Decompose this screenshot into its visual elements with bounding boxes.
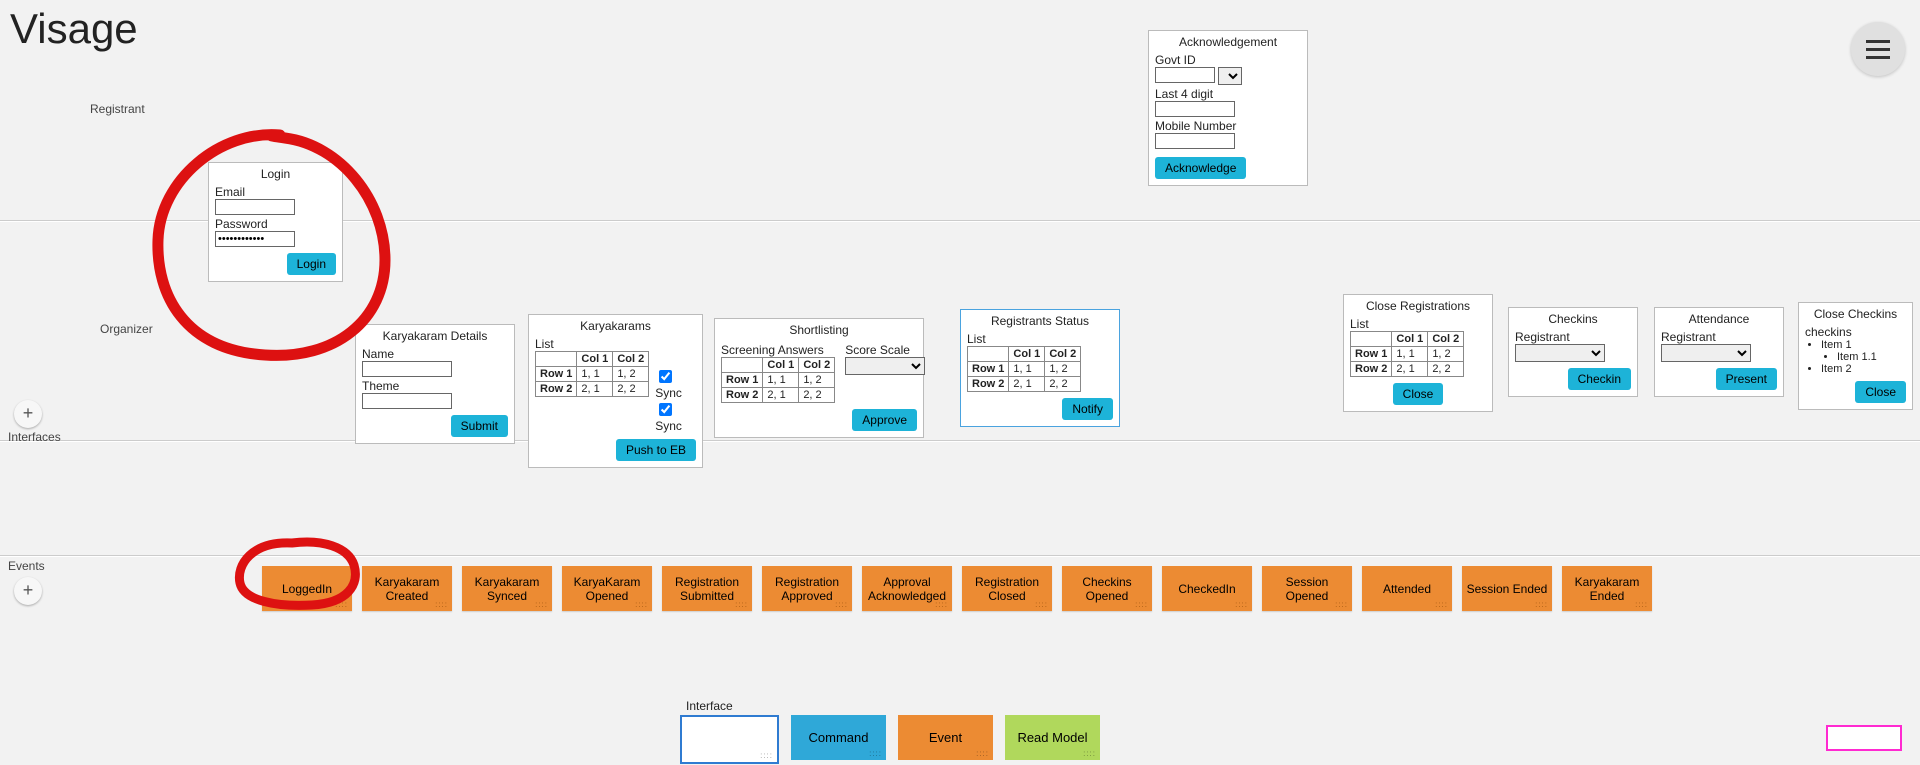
email-label: Email — [215, 185, 336, 199]
mobile-label: Mobile Number — [1155, 119, 1301, 133]
cc-tree: Item 1 Item 1.1 Item 2 — [1805, 339, 1906, 375]
legend-event[interactable]: Event:::: — [898, 715, 993, 760]
scorescale-select[interactable] — [845, 357, 925, 375]
login-card[interactable]: Login Email Password Login — [208, 162, 343, 282]
lane-divider — [0, 555, 1920, 557]
close-regs-card[interactable]: Close Registrations List Col 1Col 2 Row … — [1343, 294, 1493, 412]
mobile-input[interactable] — [1155, 133, 1235, 149]
kd-name-input[interactable] — [362, 361, 452, 377]
event-card[interactable]: Karyakaram Synced:::: — [462, 566, 552, 611]
menu-icon[interactable] — [1851, 22, 1905, 76]
rs-list-label: List — [967, 332, 1113, 346]
attendance-card[interactable]: Attendance Registrant Present — [1654, 307, 1784, 397]
checkin-button[interactable]: Checkin — [1568, 368, 1631, 390]
event-card[interactable]: Registration Submitted:::: — [662, 566, 752, 611]
sync-label: Sync — [655, 386, 682, 400]
att-title: Attendance — [1661, 312, 1777, 326]
sync-label: Sync — [655, 419, 682, 433]
kd-theme-label: Theme — [362, 379, 508, 393]
events-row: LoggedIn::::Karyakaram Created::::Karyak… — [262, 566, 1652, 611]
cr-list-label: List — [1350, 317, 1486, 331]
email-input[interactable] — [215, 199, 295, 215]
karyakarams-card[interactable]: Karyakarams List Col 1Col 2 Row 11, 11, … — [528, 314, 703, 468]
govt-id-select[interactable] — [1218, 67, 1242, 85]
govt-id-input[interactable] — [1155, 67, 1215, 83]
event-card[interactable]: Registration Approved:::: — [762, 566, 852, 611]
legend-readmodel[interactable]: Read Model:::: — [1005, 715, 1100, 760]
close-checkins-card[interactable]: Close Checkins checkins Item 1 Item 1.1 … — [1798, 302, 1913, 410]
event-card[interactable]: Approval Acknowledged:::: — [862, 566, 952, 611]
att-registrant-select[interactable] — [1661, 344, 1751, 362]
lane-label-interfaces: Interfaces — [8, 430, 61, 444]
close-regs-button[interactable]: Close — [1393, 383, 1444, 405]
zoom-widget[interactable] — [1826, 725, 1902, 751]
approve-button[interactable]: Approve — [852, 409, 917, 431]
kd-title: Karyakaram Details — [362, 329, 508, 343]
lane-divider — [0, 440, 1920, 442]
event-card[interactable]: Session Ended:::: — [1462, 566, 1552, 611]
cr-title: Close Registrations — [1350, 299, 1486, 313]
rs-title: Registrants Status — [967, 314, 1113, 328]
ks-table: Col 1Col 2 Row 11, 11, 2 Row 22, 12, 2 — [535, 351, 649, 397]
sl-title: Shortlisting — [721, 323, 917, 337]
cc-title: Close Checkins — [1805, 307, 1906, 321]
checkins-card[interactable]: Checkins Registrant Checkin — [1508, 307, 1638, 397]
password-label: Password — [215, 217, 336, 231]
lane-label-registrant: Registrant — [90, 102, 145, 116]
app-title: Visage — [10, 5, 138, 53]
att-registrant-label: Registrant — [1661, 330, 1777, 344]
login-title: Login — [215, 167, 336, 181]
rs-table: Col 1Col 2 Row 11, 11, 2 Row 22, 12, 2 — [967, 346, 1081, 392]
event-card[interactable]: Checkins Opened:::: — [1062, 566, 1152, 611]
kd-name-label: Name — [362, 347, 508, 361]
ack-card[interactable]: Acknowledgement Govt ID Last 4 digit Mob… — [1148, 30, 1308, 186]
legend-interface[interactable]: :::: — [680, 715, 779, 764]
kd-theme-input[interactable] — [362, 393, 452, 409]
legend-interface-label: Interface — [686, 699, 733, 713]
kd-submit-button[interactable]: Submit — [451, 415, 508, 437]
last4-input[interactable] — [1155, 101, 1235, 117]
scorescale-label: Score Scale — [845, 343, 925, 357]
add-event-button[interactable]: + — [14, 577, 42, 605]
legend-command[interactable]: Command:::: — [791, 715, 886, 760]
event-card[interactable]: Karyakaram Ended:::: — [1562, 566, 1652, 611]
push-eb-button[interactable]: Push to EB — [616, 439, 696, 461]
last4-label: Last 4 digit — [1155, 87, 1301, 101]
govt-id-label: Govt ID — [1155, 53, 1301, 67]
ks-list-label: List — [535, 337, 696, 351]
ack-title: Acknowledgement — [1155, 35, 1301, 49]
close-checkins-button[interactable]: Close — [1855, 381, 1906, 403]
event-card[interactable]: LoggedIn:::: — [262, 566, 352, 611]
ks-title: Karyakarams — [535, 319, 696, 333]
acknowledge-button[interactable]: Acknowledge — [1155, 157, 1246, 179]
event-card[interactable]: Registration Closed:::: — [962, 566, 1052, 611]
registrant-label: Registrant — [1515, 330, 1631, 344]
notify-button[interactable]: Notify — [1062, 398, 1113, 420]
event-card[interactable]: KaryaKaram Opened:::: — [562, 566, 652, 611]
event-card[interactable]: Karyakaram Created:::: — [362, 566, 452, 611]
sl-table: Col 1Col 2 Row 11, 11, 2 Row 22, 12, 2 — [721, 357, 835, 403]
sync-check-2[interactable] — [659, 403, 672, 416]
cc-list-label: checkins — [1805, 325, 1906, 339]
event-card[interactable]: Session Opened:::: — [1262, 566, 1352, 611]
add-interface-button[interactable]: + — [14, 400, 42, 428]
karyakaram-details-card[interactable]: Karyakaram Details Name Theme Submit — [355, 324, 515, 444]
password-input[interactable] — [215, 231, 295, 247]
present-button[interactable]: Present — [1716, 368, 1777, 390]
shortlisting-card[interactable]: Shortlisting Screening Answers Col 1Col … — [714, 318, 924, 438]
event-card[interactable]: Attended:::: — [1362, 566, 1452, 611]
login-button[interactable]: Login — [287, 253, 336, 275]
cr-table: Col 1Col 2 Row 11, 11, 2 Row 22, 12, 2 — [1350, 331, 1464, 377]
sync-check-1[interactable] — [659, 370, 672, 383]
lane-label-organizer: Organizer — [100, 322, 153, 336]
legend-row: Interface :::: Command:::: Event:::: Rea… — [680, 715, 1100, 764]
screening-label: Screening Answers — [721, 343, 835, 357]
ci-registrant-select[interactable] — [1515, 344, 1605, 362]
lane-label-events: Events — [8, 559, 45, 573]
registrants-status-card[interactable]: Registrants Status List Col 1Col 2 Row 1… — [960, 309, 1120, 427]
event-card[interactable]: CheckedIn:::: — [1162, 566, 1252, 611]
ci-title: Checkins — [1515, 312, 1631, 326]
